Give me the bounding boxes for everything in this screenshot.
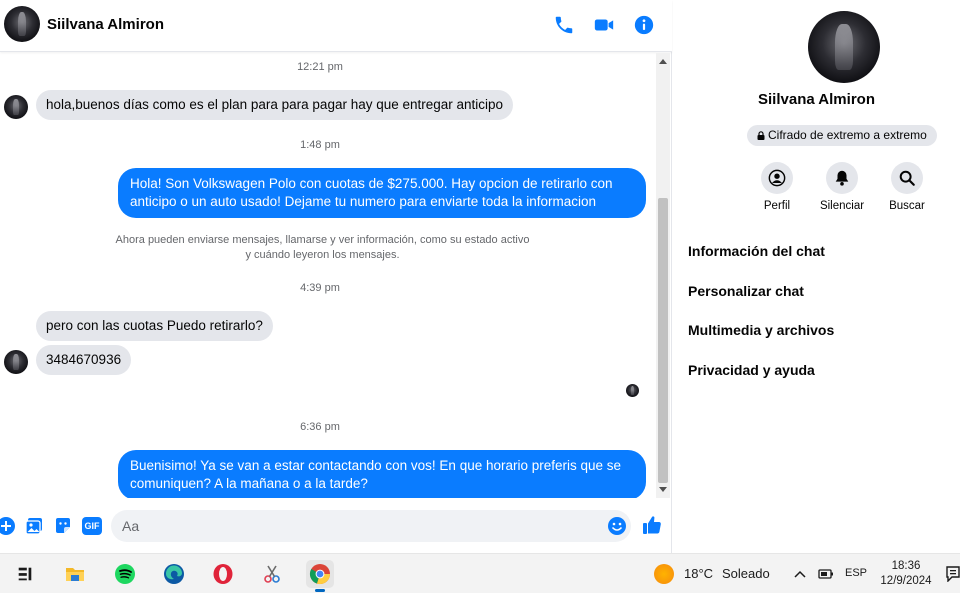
profile-icon bbox=[761, 162, 793, 194]
scroll-thumb[interactable] bbox=[658, 198, 668, 483]
chrome-icon[interactable] bbox=[306, 560, 334, 588]
plus-icon[interactable] bbox=[0, 516, 16, 536]
active-app-indicator bbox=[315, 589, 325, 592]
notification-icon[interactable] bbox=[946, 566, 960, 582]
task-view-icon[interactable] bbox=[11, 560, 39, 588]
menu-item-chat-info[interactable]: Información del chat bbox=[688, 243, 825, 259]
scroll-down-arrow-icon[interactable] bbox=[659, 487, 667, 492]
incoming-message[interactable]: pero con las cuotas Puedo retirarlo? bbox=[36, 311, 273, 341]
contact-name[interactable]: Siilvana Almiron bbox=[47, 16, 164, 33]
timestamp: 12:21 pm bbox=[297, 61, 343, 73]
incoming-message[interactable]: 3484670936 bbox=[36, 345, 132, 375]
e2e-badge[interactable]: Cifrado de extremo a extremo bbox=[747, 125, 937, 146]
weather-temp[interactable]: 18°C bbox=[684, 566, 713, 581]
incoming-message[interactable]: hola,buenos días como es el plan para pa… bbox=[36, 90, 514, 120]
search-button[interactable]: Buscar bbox=[877, 162, 937, 212]
file-explorer-icon[interactable] bbox=[61, 560, 89, 588]
opera-icon[interactable] bbox=[209, 560, 237, 588]
bell-icon bbox=[826, 162, 858, 194]
system-notice-line: y cuándo leyeron los mensajes. bbox=[245, 249, 400, 261]
message-input-box[interactable] bbox=[111, 510, 631, 542]
action-label: Buscar bbox=[889, 200, 925, 212]
profile-name: Siilvana Almiron bbox=[758, 91, 875, 108]
gif-icon[interactable]: GIF bbox=[82, 517, 102, 535]
message-line: Hola! Son Volkswagen Polo con cuotas de … bbox=[130, 176, 613, 191]
message-input[interactable] bbox=[111, 510, 591, 542]
scroll-up-arrow-icon[interactable] bbox=[659, 59, 667, 64]
edge-icon[interactable] bbox=[160, 560, 188, 588]
weather-desc[interactable]: Soleado bbox=[722, 566, 770, 581]
profile-button[interactable]: Perfil bbox=[747, 162, 807, 212]
message-line: anticipo o un auto usado! Dejame tu nume… bbox=[130, 194, 597, 209]
clock[interactable]: 18:36 12/9/2024 bbox=[872, 559, 940, 589]
clock-time: 18:36 bbox=[891, 560, 921, 572]
like-icon[interactable] bbox=[641, 514, 663, 536]
message-line: Buenisimo! Ya se van a estar contactando… bbox=[130, 458, 622, 473]
image-icon[interactable] bbox=[24, 516, 44, 536]
profile-avatar[interactable] bbox=[808, 11, 880, 83]
menu-item-customize-chat[interactable]: Personalizar chat bbox=[688, 283, 804, 299]
spotify-icon[interactable] bbox=[111, 560, 139, 588]
system-notice-line: Ahora pueden enviarse mensajes, llamarse… bbox=[115, 234, 530, 246]
menu-item-media-files[interactable]: Multimedia y archivos bbox=[688, 322, 834, 338]
outgoing-message[interactable]: Hola! Son Volkswagen Polo con cuotas de … bbox=[118, 168, 646, 218]
clock-date: 12/9/2024 bbox=[880, 575, 932, 587]
system-notice: Ahora pueden enviarse mensajes, llamarse… bbox=[0, 233, 645, 263]
language-indicator[interactable]: ESP bbox=[845, 567, 867, 579]
chat-header: Siilvana Almiron bbox=[0, 0, 672, 52]
menu-item-privacy-help[interactable]: Privacidad y ayuda bbox=[688, 362, 815, 378]
action-label: Silenciar bbox=[819, 200, 865, 212]
taskbar: 18°C Soleado ESP 18:36 12/9/2024 bbox=[0, 553, 960, 593]
video-icon[interactable] bbox=[593, 14, 615, 36]
info-icon[interactable] bbox=[633, 14, 655, 36]
timestamp: 1:48 pm bbox=[300, 139, 340, 151]
action-label: Perfil bbox=[763, 200, 791, 212]
timestamp: 6:36 pm bbox=[300, 421, 340, 433]
sender-avatar bbox=[4, 350, 28, 374]
sticker-icon[interactable] bbox=[53, 516, 73, 536]
chevron-up-icon[interactable] bbox=[794, 569, 806, 579]
e2e-label: Cifrado de extremo a extremo bbox=[768, 128, 927, 142]
message-list: 12:21 pm hola,buenos días como es el pla… bbox=[0, 53, 656, 498]
snipping-tool-icon[interactable] bbox=[258, 560, 286, 588]
composer: GIF bbox=[0, 505, 672, 547]
read-receipt-avatar bbox=[626, 384, 639, 397]
emoji-icon[interactable] bbox=[607, 516, 627, 536]
phone-icon[interactable] bbox=[553, 14, 575, 36]
lock-icon bbox=[757, 126, 765, 140]
weather-icon bbox=[654, 564, 674, 584]
battery-icon[interactable] bbox=[818, 567, 834, 581]
outgoing-message[interactable]: Buenisimo! Ya se van a estar contactando… bbox=[118, 450, 646, 498]
message-scrollbar[interactable] bbox=[656, 53, 670, 498]
contact-avatar[interactable] bbox=[4, 6, 40, 42]
mute-button[interactable]: Silenciar bbox=[812, 162, 872, 212]
chat-panel: Siilvana Almiron 12:21 pm hola,buenos dí… bbox=[0, 0, 672, 553]
sender-avatar bbox=[4, 95, 28, 119]
message-line: comuniquen? A la mañana o a la tarde? bbox=[130, 476, 368, 491]
search-icon bbox=[891, 162, 923, 194]
conversation-details-panel: Siilvana Almiron Cifrado de extremo a ex… bbox=[673, 0, 960, 553]
timestamp: 4:39 pm bbox=[300, 282, 340, 294]
